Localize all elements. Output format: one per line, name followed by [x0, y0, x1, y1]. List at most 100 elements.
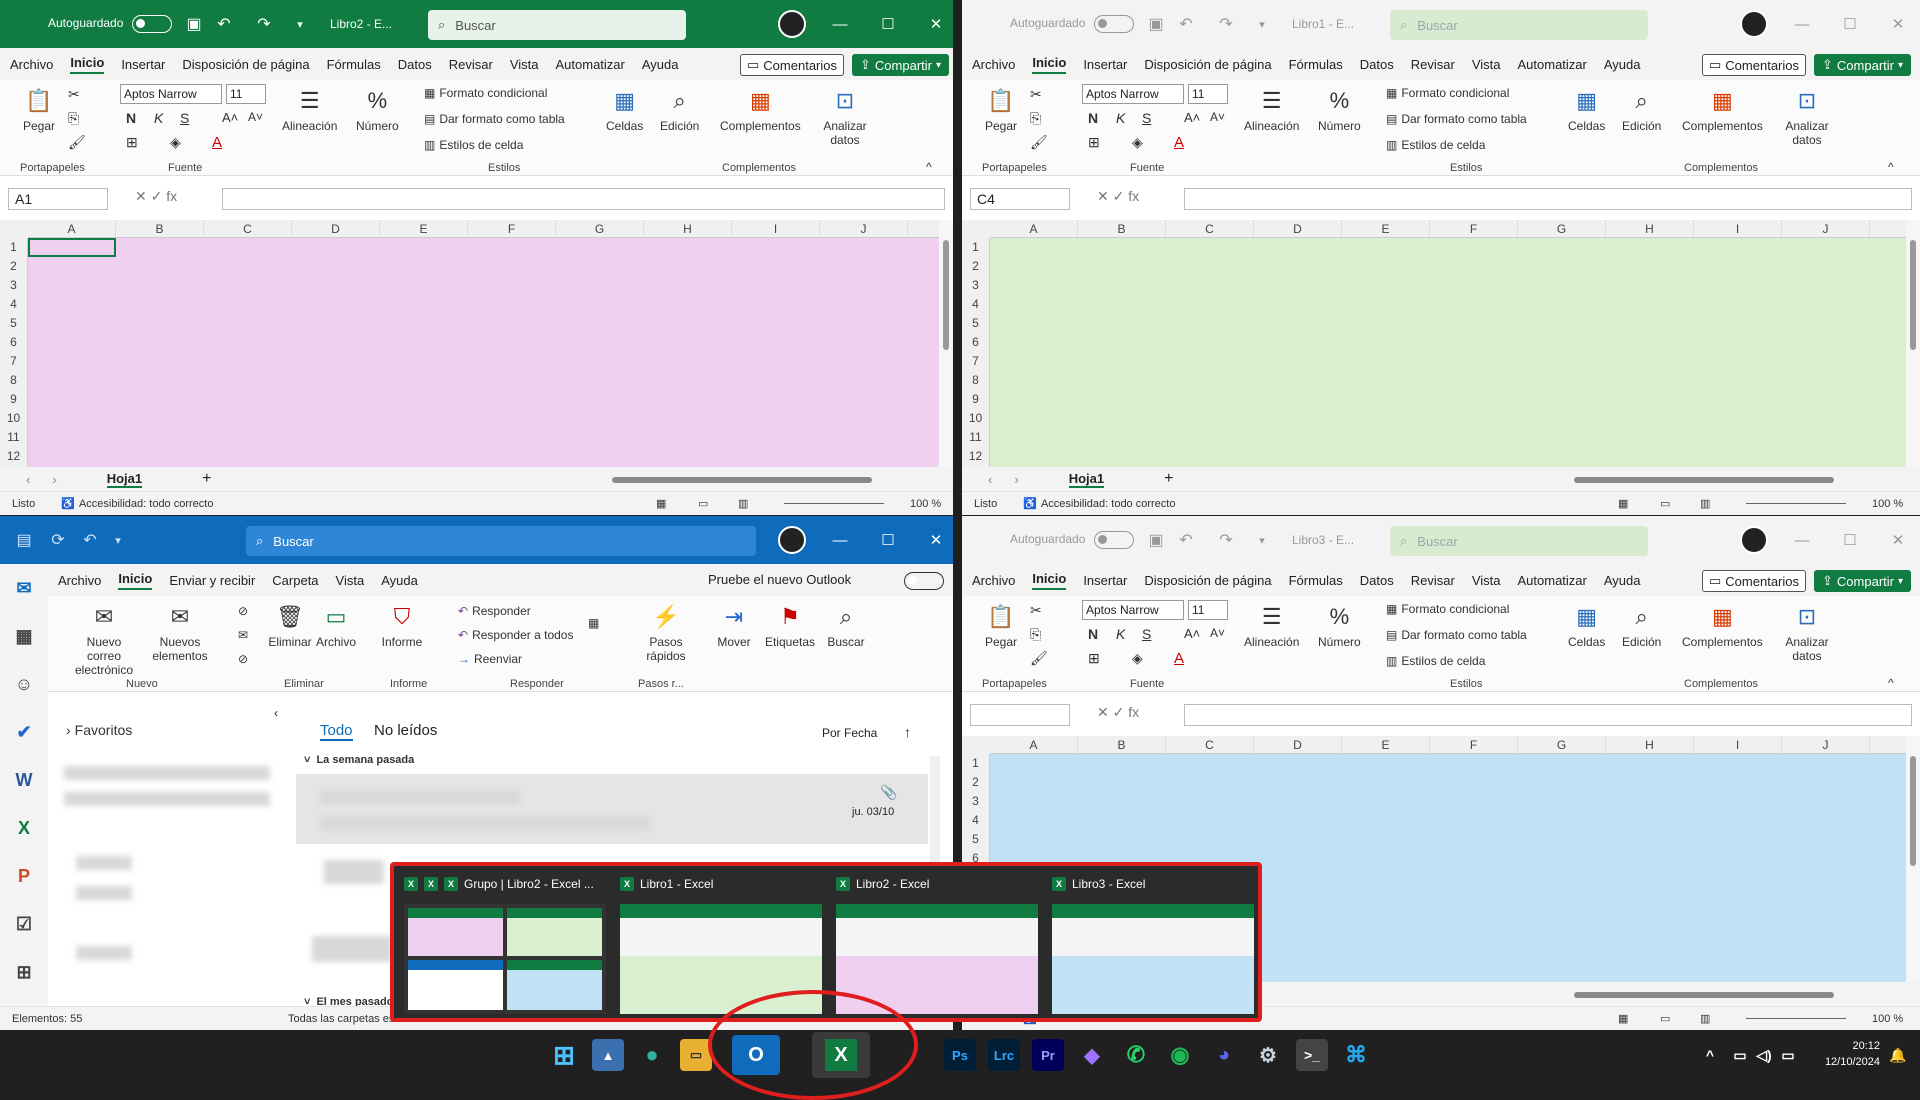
number-button[interactable]: % Número	[356, 86, 399, 134]
column-header[interactable]: D	[292, 220, 380, 237]
number-button[interactable]: % Número	[1318, 602, 1361, 650]
menu-6[interactable]: Revisar	[1411, 573, 1455, 588]
menu-4[interactable]: Fórmulas	[1289, 573, 1343, 588]
file-title[interactable]: Libro1 - E...	[1292, 17, 1354, 31]
menu-2[interactable]: Insertar	[1083, 57, 1127, 72]
menu-2[interactable]: Enviar y recibir	[169, 573, 255, 588]
avatar[interactable]	[778, 526, 806, 554]
copy-icon[interactable]: ⎘	[1030, 626, 1041, 643]
vertical-scrollbar[interactable]	[1906, 736, 1920, 982]
minimize-icon[interactable]: —	[1778, 516, 1826, 564]
row-header[interactable]: 4	[962, 811, 989, 830]
italic-button[interactable]: K	[1116, 626, 1125, 642]
preview-group[interactable]: X X X Grupo | Libro2 - Excel ...	[398, 870, 608, 1014]
sheet-tab-hoja1[interactable]: Hoja1	[106, 471, 143, 488]
analyze-data-button[interactable]: ⊡ Analizar datos	[1782, 602, 1832, 664]
formula-fx-icon[interactable]: ✕ ✓ fx	[1097, 704, 1139, 721]
editing-button[interactable]: ⌕ Edición	[1622, 86, 1661, 134]
preview-libro3[interactable]: X Libro3 - Excel	[1046, 870, 1256, 1014]
more-apps-icon[interactable]: ⊞	[0, 948, 48, 996]
row-header[interactable]: 4	[962, 295, 989, 314]
fill-color-icon[interactable]: ◈	[1132, 650, 1143, 667]
copy-icon[interactable]: ⎘	[68, 110, 79, 127]
column-header[interactable]: B	[116, 220, 204, 237]
paste-button[interactable]: 📋 Pegar	[984, 86, 1018, 134]
sheet-next-icon[interactable]: ›	[52, 472, 56, 487]
menu-0[interactable]: Archivo	[10, 57, 53, 72]
redo-icon[interactable]: ↷	[1212, 526, 1240, 554]
page-break-icon[interactable]: ▥	[1700, 497, 1710, 510]
row-header[interactable]: 1	[962, 754, 989, 773]
column-header[interactable]: I	[1694, 736, 1782, 753]
customize-quick-access-icon[interactable]: ▾	[104, 526, 132, 554]
borders-icon[interactable]: ⊞	[1088, 134, 1100, 151]
editing-button[interactable]: ⌕ Edición	[1622, 602, 1661, 650]
menu-1[interactable]: Inicio	[1032, 55, 1067, 74]
editing-button[interactable]: ⌕ Edición	[660, 86, 699, 134]
increase-font-icon[interactable]: A˄	[1184, 626, 1200, 641]
avatar[interactable]	[1740, 526, 1768, 554]
archive-button[interactable]: ▭ Archivo	[300, 602, 372, 650]
spotify-icon[interactable]: ◉	[1164, 1039, 1196, 1071]
vertical-scrollbar[interactable]	[1906, 220, 1920, 467]
bold-button[interactable]: N	[1088, 626, 1098, 642]
ignore-icon[interactable]: ⊘	[238, 604, 248, 618]
lightroom-classic-icon[interactable]: Lrc	[988, 1039, 1020, 1071]
autosave-toggle[interactable]	[1094, 531, 1134, 549]
format-painter-icon[interactable]: 🖌	[1030, 650, 1048, 667]
formula-fx-icon[interactable]: ✕ ✓ fx	[135, 188, 177, 205]
teams-people-icon[interactable]: ●	[636, 1039, 668, 1071]
column-header[interactable]: F	[1430, 736, 1518, 753]
zoom-level[interactable]: 100 %	[1872, 1013, 1903, 1025]
font-color-icon[interactable]: A	[212, 134, 222, 151]
comments-button[interactable]: ▭ Comentarios	[1702, 570, 1806, 592]
maximize-icon[interactable]: ☐	[1826, 516, 1874, 564]
italic-button[interactable]: K	[154, 110, 163, 126]
menu-4[interactable]: Fórmulas	[1289, 57, 1343, 72]
font-name-select[interactable]: Aptos Narrow	[1082, 600, 1184, 620]
menu-7[interactable]: Vista	[510, 57, 539, 72]
junk-icon[interactable]: ⊘	[238, 652, 248, 666]
select-all-corner[interactable]	[962, 220, 990, 238]
column-header[interactable]: J	[1782, 220, 1870, 237]
close-icon[interactable]: ✕	[1874, 516, 1920, 564]
italic-button[interactable]: K	[1116, 110, 1125, 126]
meeting-icon[interactable]: ▦	[588, 616, 599, 630]
row-header[interactable]: 10	[962, 409, 989, 428]
paste-button[interactable]: 📋 Pegar	[22, 86, 56, 134]
page-break-icon[interactable]: ▥	[1700, 1012, 1710, 1025]
bold-button[interactable]: N	[1088, 110, 1098, 126]
underline-button[interactable]: S	[1142, 110, 1151, 126]
decrease-font-icon[interactable]: A˅	[1210, 110, 1225, 124]
menu-3[interactable]: Carpeta	[272, 573, 318, 588]
cells-button[interactable]: ▦ Celdas	[1568, 602, 1605, 650]
menu-2[interactable]: Insertar	[121, 57, 165, 72]
normal-view-icon[interactable]: ▦	[1618, 497, 1628, 510]
row-header[interactable]: 12	[0, 447, 27, 466]
menu-5[interactable]: Datos	[398, 57, 432, 72]
try-new-outlook-toggle[interactable]	[904, 572, 944, 590]
sort-direction-icon[interactable]: ↑	[904, 724, 911, 740]
section-last-week[interactable]: ˅ La semana pasada	[304, 754, 414, 766]
cell-styles-button[interactable]: ▥ Estilos de celda	[1386, 138, 1485, 152]
new-mail-button[interactable]: ✉ Nuevo correo electrónico	[68, 602, 140, 678]
search-box[interactable]: ⌕ Buscar	[246, 526, 756, 556]
sheet-next-icon[interactable]: ›	[1014, 472, 1018, 487]
analyze-data-button[interactable]: ⊡ Analizar datos	[1782, 86, 1832, 148]
font-size-select[interactable]: 11	[1188, 84, 1228, 104]
column-header[interactable]: F	[1430, 220, 1518, 237]
quick-steps-button[interactable]: ⚡ Pasos rápidos	[630, 602, 702, 664]
steam-icon[interactable]: ⚙	[1252, 1039, 1284, 1071]
zoom-level[interactable]: 100 %	[1872, 498, 1903, 510]
find-button[interactable]: ⌕ Buscar	[810, 602, 882, 650]
font-name-select[interactable]: Aptos Narrow	[120, 84, 222, 104]
formula-fx-icon[interactable]: ✕ ✓ fx	[1097, 188, 1139, 205]
vscode-icon[interactable]: ⌘	[1340, 1039, 1372, 1071]
reply-all-button[interactable]: ↶ Responder a todos	[458, 628, 573, 642]
row-header[interactable]: 11	[962, 428, 989, 447]
column-header[interactable]: C	[1166, 220, 1254, 237]
column-header[interactable]: G	[1518, 736, 1606, 753]
row-header[interactable]: 9	[962, 390, 989, 409]
maximize-icon[interactable]: ☐	[864, 0, 912, 48]
row-header[interactable]: 3	[0, 276, 27, 295]
